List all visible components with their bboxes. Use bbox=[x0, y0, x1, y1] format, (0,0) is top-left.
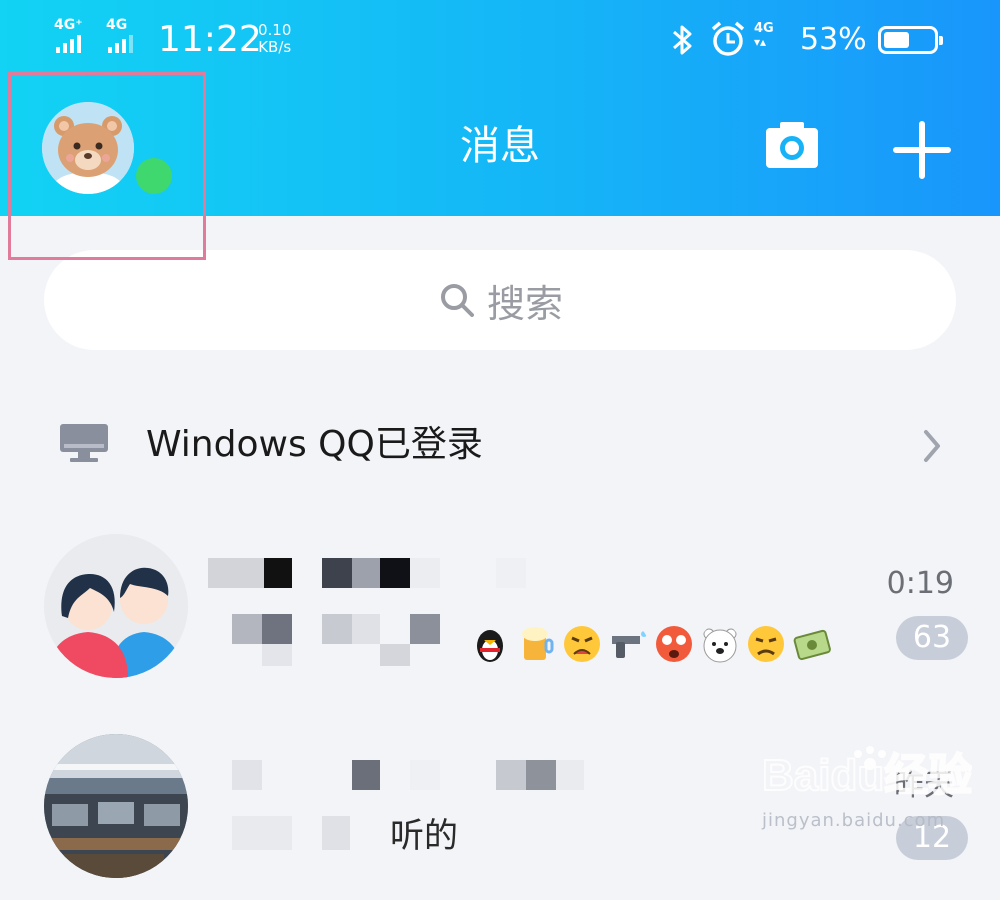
battery-percent: 53% bbox=[800, 22, 867, 57]
group-people-icon bbox=[44, 534, 188, 678]
bluetooth-icon bbox=[673, 25, 692, 55]
computer-icon bbox=[60, 424, 108, 462]
highlight-box bbox=[8, 72, 206, 260]
pc-login-label: Windows QQ已登录 bbox=[146, 424, 483, 465]
speed-value: 0.10 bbox=[258, 21, 292, 39]
pc-login-row[interactable]: Windows QQ已登录 bbox=[0, 400, 1000, 492]
network-speed: 0.10 KB/s bbox=[258, 22, 291, 56]
penguin-emoji-icon bbox=[477, 630, 503, 662]
annoyed-face-emoji-icon bbox=[748, 626, 784, 662]
signal-2-label: 4G bbox=[106, 17, 128, 33]
status-time: 11:22 bbox=[158, 19, 262, 60]
polar-bear-emoji-icon bbox=[703, 628, 737, 663]
svg-text:Baidu经验: Baidu经验 bbox=[762, 751, 972, 800]
pistol-emoji-icon bbox=[612, 631, 647, 658]
chat-time: 0:19 bbox=[886, 566, 954, 601]
beer-emoji-icon bbox=[522, 627, 554, 660]
signal-1-label: 4G⁺ bbox=[54, 17, 83, 33]
unread-badge: 63 bbox=[896, 616, 968, 660]
data-arrows-icon: ▾▴ bbox=[754, 35, 767, 49]
status-bar: 4G⁺ 4G 11:22 0.10 KB/s 4G ▾▴ 53% bbox=[0, 0, 1000, 78]
network-type-label: 4G bbox=[754, 21, 774, 36]
speed-unit: KB/s bbox=[258, 38, 292, 56]
money-emoji-icon bbox=[793, 629, 831, 661]
alarm-icon bbox=[711, 21, 745, 56]
office-photo-avatar bbox=[44, 734, 188, 878]
baidu-logo-icon: Baidu经验 bbox=[761, 746, 973, 801]
office-photo-icon bbox=[44, 734, 188, 878]
battery-level-fill bbox=[884, 32, 910, 48]
add-button[interactable] bbox=[890, 118, 954, 182]
chat-item-1[interactable]: 0:19 63 bbox=[0, 520, 1000, 700]
chat-preview-text: 听的 bbox=[390, 816, 458, 856]
watermark-url: jingyan.baidu.com bbox=[762, 810, 946, 831]
emoji-row bbox=[470, 624, 840, 668]
search-bar[interactable]: 搜索 bbox=[44, 250, 956, 350]
search-icon bbox=[440, 284, 474, 317]
battery-icon bbox=[878, 26, 943, 54]
signal-1-bars-icon bbox=[56, 33, 86, 53]
network-type: 4G ▾▴ bbox=[754, 21, 774, 49]
group-avatar bbox=[44, 534, 188, 678]
angry-face-emoji-icon bbox=[564, 626, 600, 662]
baidu-watermark: Baidu经验 jingyan.baidu.com bbox=[761, 740, 973, 831]
search-placeholder: 搜索 bbox=[486, 281, 563, 326]
chevron-right-icon bbox=[924, 430, 940, 462]
page-title: 消息 bbox=[460, 123, 540, 169]
camera-button[interactable] bbox=[760, 118, 824, 174]
shocked-face-emoji-icon bbox=[656, 626, 692, 662]
signal-2-bars-icon bbox=[108, 33, 138, 53]
